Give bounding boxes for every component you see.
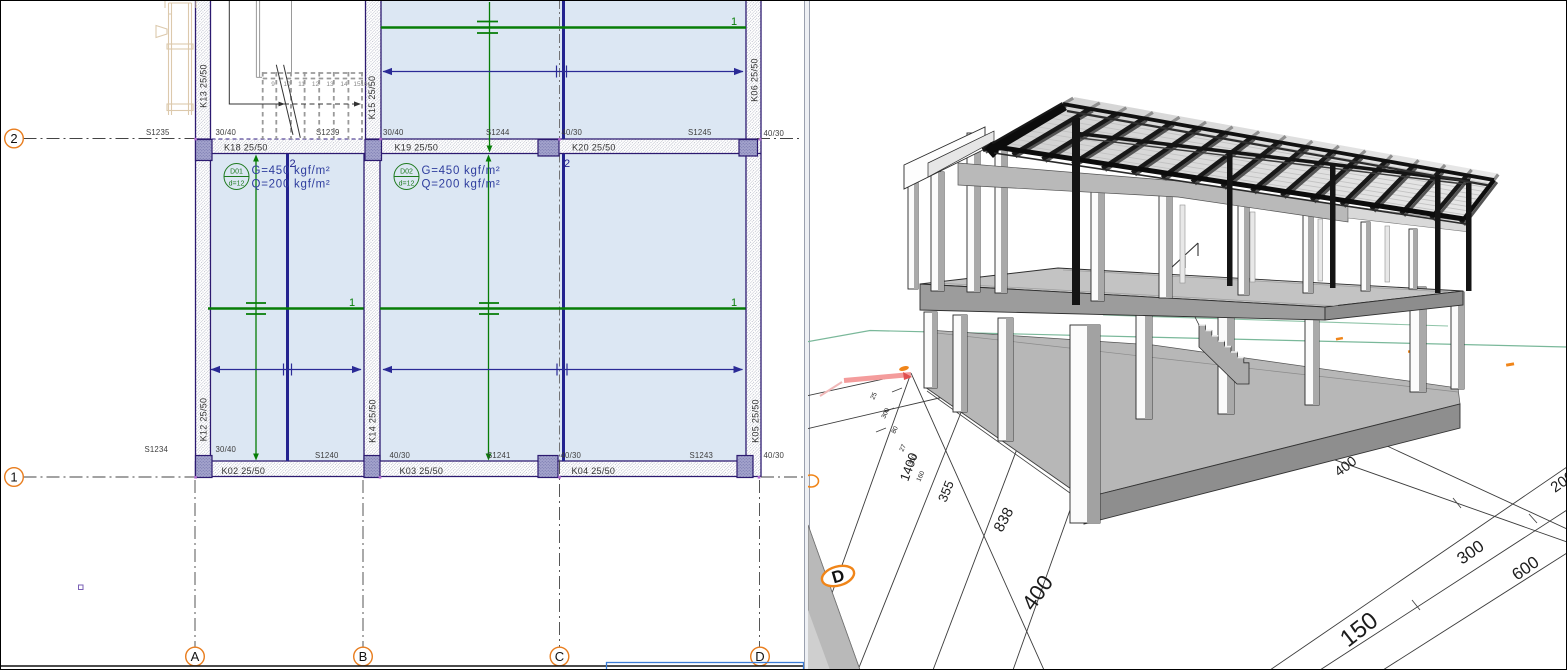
svg-text:S1241: S1241 (487, 451, 511, 460)
svg-text:K18 25/50: K18 25/50 (224, 143, 268, 153)
svg-text:600: 600 (1508, 552, 1542, 584)
svg-text:K13 25/50: K13 25/50 (199, 64, 209, 108)
svg-text:K12 25/50: K12 25/50 (199, 398, 209, 442)
svg-text:D: D (755, 649, 764, 664)
svg-text:25: 25 (869, 391, 879, 401)
svg-text:40/30: 40/30 (390, 451, 411, 460)
svg-text:d=12: d=12 (229, 181, 245, 188)
svg-text:16: 16 (360, 81, 368, 88)
svg-text:30/40: 30/40 (216, 445, 237, 454)
svg-text:1: 1 (731, 297, 737, 309)
svg-text:160: 160 (915, 470, 926, 483)
svg-text:K20 25/50: K20 25/50 (572, 143, 616, 153)
svg-text:1: 1 (349, 297, 355, 309)
svg-text:400: 400 (1017, 570, 1059, 614)
svg-text:S1245: S1245 (688, 128, 712, 137)
svg-text:S1243: S1243 (690, 451, 714, 460)
svg-text:40/30: 40/30 (764, 451, 785, 460)
svg-text:2: 2 (10, 131, 17, 146)
svg-text:Q=200 kgf/m²: Q=200 kgf/m² (252, 179, 331, 191)
svg-text:G=450 kgf/m²: G=450 kgf/m² (252, 165, 331, 177)
svg-text:S1244: S1244 (486, 128, 510, 137)
svg-text:40/30: 40/30 (561, 451, 582, 460)
svg-text:30/40: 30/40 (216, 128, 237, 137)
svg-text:11: 11 (298, 81, 305, 88)
svg-text:d=12: d=12 (399, 181, 415, 188)
svg-text:S1235: S1235 (146, 128, 170, 137)
svg-text:40/30: 40/30 (764, 129, 785, 138)
svg-text:K06 25/50: K06 25/50 (750, 58, 760, 102)
svg-text:Q=200 kgf/m²: Q=200 kgf/m² (422, 179, 501, 191)
svg-text:355: 355 (935, 478, 957, 504)
svg-text:12: 12 (312, 81, 320, 88)
svg-text:G=450 kgf/m²: G=450 kgf/m² (422, 165, 501, 177)
svg-text:40/30: 40/30 (562, 128, 583, 137)
svg-text:1: 1 (10, 470, 17, 485)
svg-text:300: 300 (880, 407, 891, 420)
svg-text:K15 25/50: K15 25/50 (367, 76, 377, 120)
svg-text:S1234: S1234 (145, 445, 169, 454)
svg-text:K04 25/50: K04 25/50 (572, 466, 616, 476)
svg-text:K05 25/50: K05 25/50 (751, 399, 761, 443)
svg-text:13: 13 (326, 81, 334, 88)
svg-text:K14 25/50: K14 25/50 (368, 399, 378, 443)
svg-text:A: A (191, 649, 200, 664)
svg-text:S1240: S1240 (315, 451, 339, 460)
svg-text:D01: D01 (230, 169, 243, 176)
svg-text:K03 25/50: K03 25/50 (400, 466, 444, 476)
svg-text:B: B (359, 649, 368, 664)
svg-text:30/40: 30/40 (383, 128, 404, 137)
svg-text:150: 150 (1335, 607, 1383, 653)
svg-text:K19 25/50: K19 25/50 (395, 143, 439, 153)
svg-text:1: 1 (731, 16, 737, 28)
svg-text:C: C (555, 649, 564, 664)
svg-text:2: 2 (564, 158, 570, 170)
svg-text:9: 9 (271, 81, 275, 88)
svg-text:14: 14 (340, 81, 348, 88)
svg-text:K02 25/50: K02 25/50 (222, 466, 266, 476)
svg-text:200: 200 (1548, 468, 1567, 496)
svg-text:D02: D02 (400, 169, 413, 176)
